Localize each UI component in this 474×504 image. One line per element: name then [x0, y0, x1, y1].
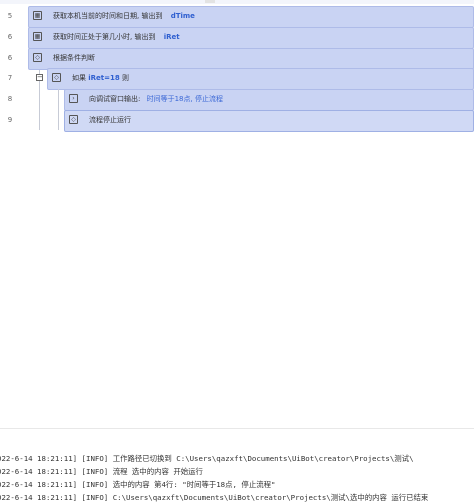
log-line: 022-6-14 18:21:11] [INFO] 流程 选中的内容 开始运行: [0, 467, 203, 476]
block-label: 向调试窗口输出:: [89, 95, 141, 103]
block-text: 向调试窗口输出: 时间等于18点, 停止流程: [89, 89, 223, 109]
then-keyword: 则: [121, 74, 129, 82]
log-line: 022-6-14 18:21:11] [INFO] C:\Users\qazxf…: [0, 493, 429, 502]
block-label: 流程停止运行: [89, 116, 131, 124]
stop-icon: ◇: [69, 115, 78, 124]
branch-icon: ◇: [33, 53, 42, 62]
calendar-icon: ▦: [33, 32, 42, 41]
branch-icon: ◇: [52, 73, 61, 82]
output-console[interactable]: 022-6-14 18:21:11] [INFO] 工作路径已切换到 C:\Us…: [0, 428, 474, 504]
log-line: 022-6-14 18:21:11] [INFO] 选中的内容 第4行: "时间…: [0, 480, 276, 489]
output-variable[interactable]: dTime: [171, 12, 195, 20]
scroll-knob[interactable]: [205, 0, 215, 3]
block-text: 如果 iRet=18 则: [72, 68, 129, 88]
collapse-toggle[interactable]: −: [36, 74, 43, 81]
block-text: 获取本机当前的时间和日期, 输出到 dTime: [53, 6, 195, 26]
line-number: 9: [7, 116, 13, 124]
line-number: 5: [7, 12, 13, 20]
line-number: 6: [7, 33, 13, 41]
flow-editor: 5 ▦ 获取本机当前的时间和日期, 输出到 dTime 6 ▦ 获取时间正处于第…: [0, 0, 474, 428]
block-text: 获取时间正处于第几小时, 输出到 iRet: [53, 27, 180, 47]
line-number: 8: [7, 95, 13, 103]
scroll-top-edge: [0, 0, 474, 4]
line-number: 7: [7, 74, 13, 82]
output-variable[interactable]: iRet: [164, 33, 180, 41]
block-label: 获取时间正处于第几小时, 输出到: [53, 33, 156, 41]
log-line: 022-6-14 18:21:11] [INFO] 工作路径已切换到 C:\Us…: [0, 454, 414, 463]
if-keyword: 如果: [72, 74, 86, 82]
line-number: 6: [7, 54, 13, 62]
output-value[interactable]: 时间等于18点, 停止流程: [147, 95, 223, 103]
block-label: 根据条件判断: [53, 54, 95, 62]
condition-expression[interactable]: iRet=18: [88, 74, 120, 82]
calendar-icon: ▦: [33, 11, 42, 20]
block-label: 获取本机当前的时间和日期, 输出到: [53, 12, 163, 20]
tree-guide-line: [58, 89, 59, 130]
console-icon: ›: [69, 94, 78, 103]
